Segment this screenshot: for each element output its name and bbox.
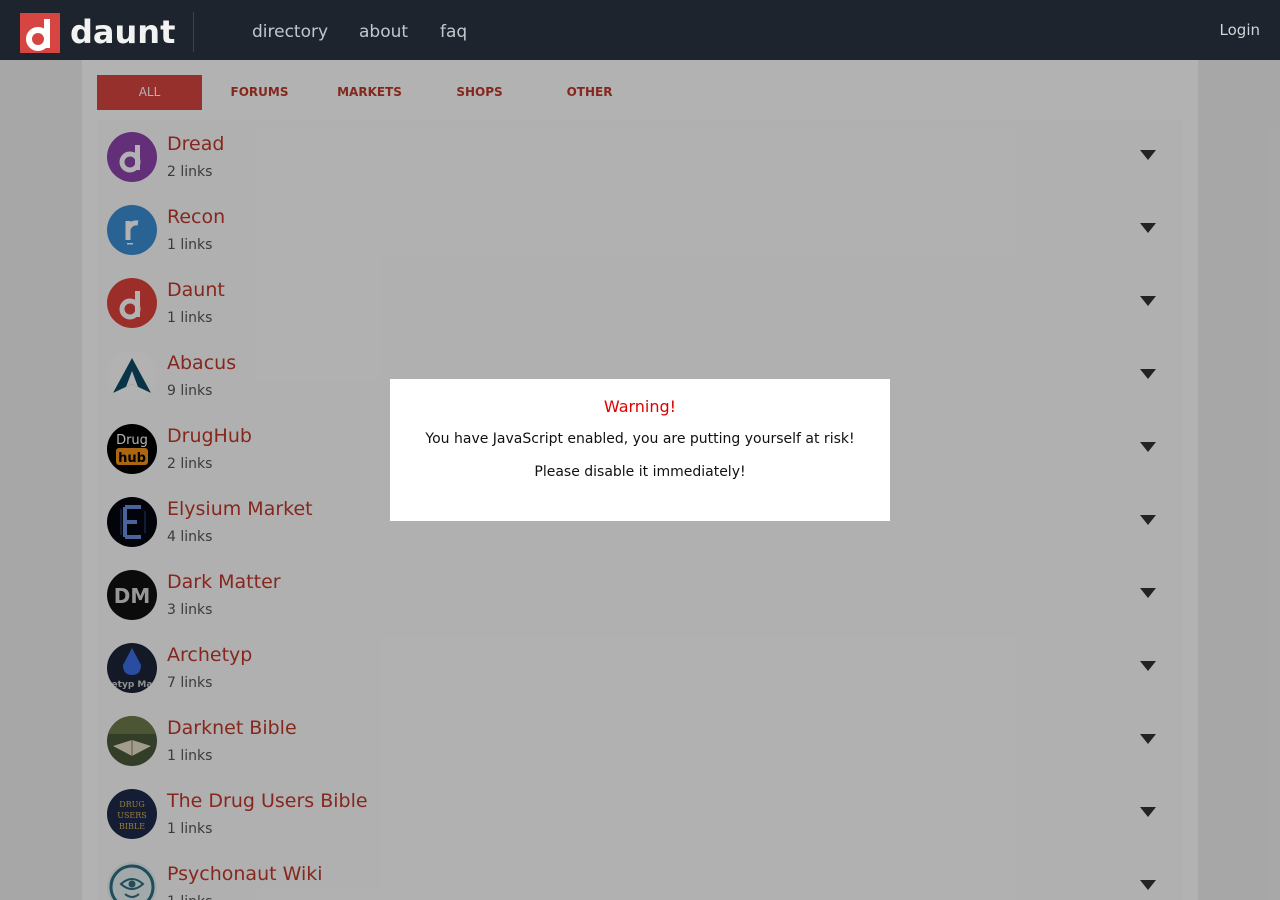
brand-name[interactable]: daunt <box>70 12 175 52</box>
nav-faq-link[interactable]: faq <box>440 20 467 44</box>
javascript-warning-modal: Warning! You have JavaScript enabled, yo… <box>390 379 890 521</box>
modal-message: You have JavaScript enabled, you are put… <box>425 431 855 447</box>
nav-divider <box>193 12 194 52</box>
top-navbar: daunt directory about faq Login <box>0 0 1280 60</box>
nav-about-link[interactable]: about <box>359 20 408 44</box>
modal-title: Warning! <box>603 397 677 416</box>
nav-directory-link[interactable]: directory <box>252 20 328 44</box>
modal-instruction: Please disable it immediately! <box>534 464 746 480</box>
login-link[interactable]: Login <box>1220 20 1260 40</box>
daunt-logo-icon[interactable] <box>20 13 60 53</box>
